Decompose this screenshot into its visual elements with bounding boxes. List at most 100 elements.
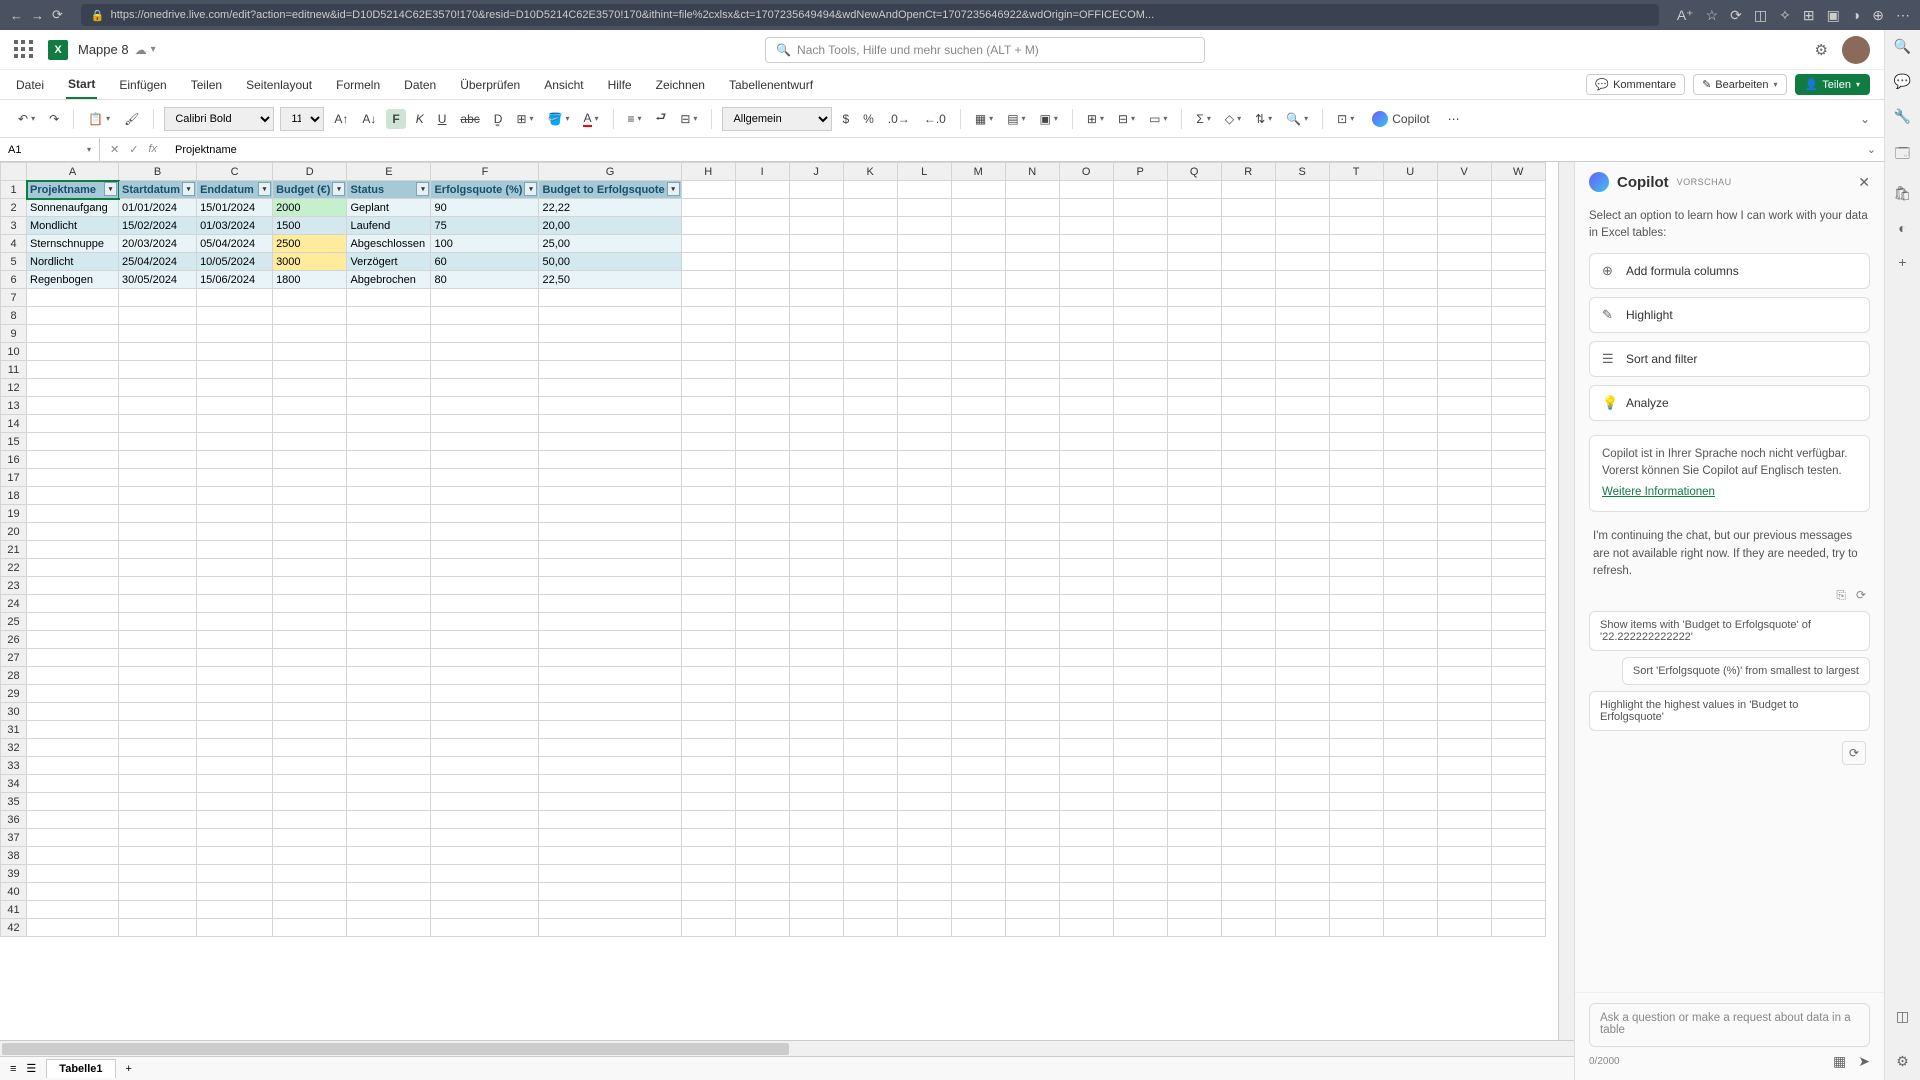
cell-F37[interactable] (431, 829, 539, 847)
cell-D30[interactable] (273, 703, 347, 721)
cell-G29[interactable] (539, 685, 681, 703)
cell-J33[interactable] (789, 757, 843, 775)
row-header-29[interactable]: 29 (1, 685, 27, 703)
cell-A32[interactable] (27, 739, 119, 757)
cell-O42[interactable] (1059, 919, 1113, 937)
cell-V15[interactable] (1437, 433, 1491, 451)
cell-W26[interactable] (1491, 631, 1545, 649)
cell-B8[interactable] (119, 307, 197, 325)
cell-V26[interactable] (1437, 631, 1491, 649)
cell-M26[interactable] (951, 631, 1005, 649)
cell-D25[interactable] (273, 613, 347, 631)
cell-S9[interactable] (1275, 325, 1329, 343)
cell-L17[interactable] (897, 469, 951, 487)
cell-D34[interactable] (273, 775, 347, 793)
cell-P42[interactable] (1113, 919, 1167, 937)
cell-B13[interactable] (119, 397, 197, 415)
cell-L3[interactable] (897, 217, 951, 235)
cell-N14[interactable] (1005, 415, 1059, 433)
cell-V23[interactable] (1437, 577, 1491, 595)
row-header-22[interactable]: 22 (1, 559, 27, 577)
cell-E21[interactable] (347, 541, 431, 559)
col-header-K[interactable]: K (843, 163, 897, 181)
cell-U13[interactable] (1383, 397, 1437, 415)
cell-U1[interactable] (1383, 181, 1437, 199)
cell-S29[interactable] (1275, 685, 1329, 703)
cell-I35[interactable] (735, 793, 789, 811)
cell-T37[interactable] (1329, 829, 1383, 847)
cell-J13[interactable] (789, 397, 843, 415)
cell-H13[interactable] (681, 397, 735, 415)
cell-M10[interactable] (951, 343, 1005, 361)
cell-N37[interactable] (1005, 829, 1059, 847)
suggestion-1[interactable]: Show items with 'Budget to Erfolgsquote'… (1589, 611, 1870, 651)
cell-A9[interactable] (27, 325, 119, 343)
col-header-W[interactable]: W (1491, 163, 1545, 181)
downloads-icon[interactable]: ⊕ (1872, 7, 1884, 24)
row-header-36[interactable]: 36 (1, 811, 27, 829)
cell-O33[interactable] (1059, 757, 1113, 775)
insert-cells-button[interactable]: ⊞▾ (1083, 109, 1108, 129)
cell-H21[interactable] (681, 541, 735, 559)
cell-O13[interactable] (1059, 397, 1113, 415)
row-header-11[interactable]: 11 (1, 361, 27, 379)
tab-formeln[interactable]: Formeln (334, 72, 382, 98)
cell-I23[interactable] (735, 577, 789, 595)
cell-K30[interactable] (843, 703, 897, 721)
cell-J31[interactable] (789, 721, 843, 739)
cell-P27[interactable] (1113, 649, 1167, 667)
cell-M3[interactable] (951, 217, 1005, 235)
cell-E37[interactable] (347, 829, 431, 847)
cell-Q13[interactable] (1167, 397, 1221, 415)
cell-H3[interactable] (681, 217, 735, 235)
cell-A31[interactable] (27, 721, 119, 739)
cell-G16[interactable] (539, 451, 681, 469)
cell-I34[interactable] (735, 775, 789, 793)
cell-A18[interactable] (27, 487, 119, 505)
cell-V32[interactable] (1437, 739, 1491, 757)
row-header-40[interactable]: 40 (1, 883, 27, 901)
redo-button[interactable]: ↷ (45, 109, 63, 129)
cell-L27[interactable] (897, 649, 951, 667)
cell-N10[interactable] (1005, 343, 1059, 361)
cell-W4[interactable] (1491, 235, 1545, 253)
cell-M6[interactable] (951, 271, 1005, 289)
cell-I16[interactable] (735, 451, 789, 469)
cell-F15[interactable] (431, 433, 539, 451)
cell-H38[interactable] (681, 847, 735, 865)
cell-T31[interactable] (1329, 721, 1383, 739)
cell-R25[interactable] (1221, 613, 1275, 631)
cell-F20[interactable] (431, 523, 539, 541)
cell-R33[interactable] (1221, 757, 1275, 775)
cell-P9[interactable] (1113, 325, 1167, 343)
cell-E14[interactable] (347, 415, 431, 433)
add-sheet-button[interactable]: + (126, 1063, 132, 1075)
cell-M40[interactable] (951, 883, 1005, 901)
cell-U14[interactable] (1383, 415, 1437, 433)
cell-P31[interactable] (1113, 721, 1167, 739)
cell-C12[interactable] (197, 379, 273, 397)
cell-T4[interactable] (1329, 235, 1383, 253)
cell-A16[interactable] (27, 451, 119, 469)
cell-C29[interactable] (197, 685, 273, 703)
cell-P20[interactable] (1113, 523, 1167, 541)
cell-O20[interactable] (1059, 523, 1113, 541)
cell-N42[interactable] (1005, 919, 1059, 937)
cell-J8[interactable] (789, 307, 843, 325)
cell-D28[interactable] (273, 667, 347, 685)
row-header-24[interactable]: 24 (1, 595, 27, 613)
cell-F21[interactable] (431, 541, 539, 559)
cell-M42[interactable] (951, 919, 1005, 937)
cell-E22[interactable] (347, 559, 431, 577)
cell-J16[interactable] (789, 451, 843, 469)
cell-U38[interactable] (1383, 847, 1437, 865)
cell-G23[interactable] (539, 577, 681, 595)
cell-J7[interactable] (789, 289, 843, 307)
cell-D37[interactable] (273, 829, 347, 847)
cell-N33[interactable] (1005, 757, 1059, 775)
cell-I8[interactable] (735, 307, 789, 325)
tab-seitenlayout[interactable]: Seitenlayout (244, 72, 314, 98)
cell-G28[interactable] (539, 667, 681, 685)
cell-K16[interactable] (843, 451, 897, 469)
cell-C9[interactable] (197, 325, 273, 343)
